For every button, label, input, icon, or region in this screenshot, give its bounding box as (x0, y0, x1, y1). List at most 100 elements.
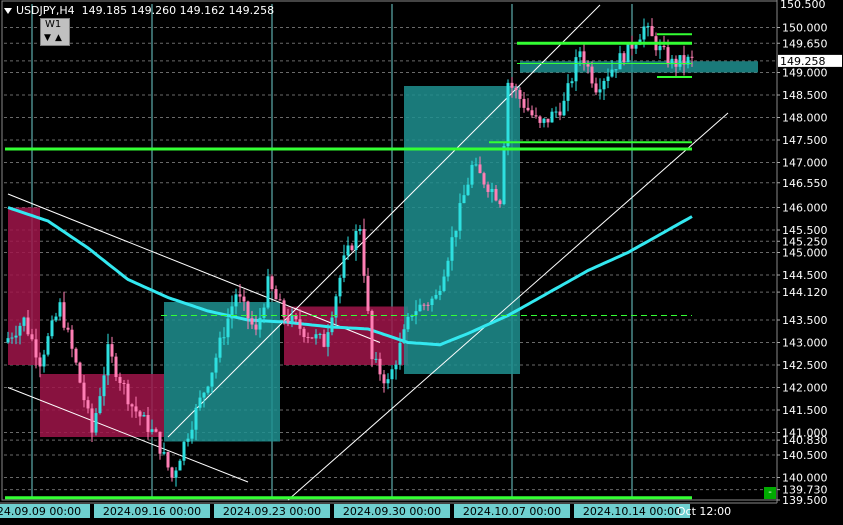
bull-candle (554, 111, 558, 113)
y-tick-label: 141.500 (782, 404, 828, 417)
y-tick-label: 143.500 (782, 314, 828, 327)
bull-candle (374, 358, 378, 360)
bear-candle (482, 173, 486, 185)
bull-candle (418, 304, 422, 312)
bull-candle (330, 317, 334, 333)
price-chart[interactable]: 150.500150.000149.650149.258149.000148.5… (0, 0, 843, 525)
bull-candle (258, 317, 262, 330)
bear-candle (86, 400, 90, 409)
bear-candle (34, 339, 38, 358)
bull-candle (6, 338, 10, 343)
bull-candle (178, 460, 182, 471)
bear-candle (514, 87, 518, 91)
bear-candle (166, 452, 170, 468)
bear-candle (26, 317, 30, 335)
bear-candle (286, 317, 290, 323)
bull-candle (570, 81, 574, 84)
bear-candle (510, 82, 514, 88)
bear-candle (382, 374, 386, 384)
bull-candle (14, 335, 18, 338)
bull-candle (446, 260, 450, 277)
bear-candle (674, 58, 678, 67)
bear-candle (370, 310, 374, 360)
bull-candle (658, 45, 662, 51)
bull-candle (142, 415, 146, 417)
bear-candle (366, 275, 370, 311)
bear-candle (498, 200, 502, 205)
bear-candle (170, 467, 174, 478)
bear-candle (138, 411, 142, 417)
bear-candle (426, 304, 430, 306)
y-tick-label: 140.000 (782, 472, 828, 485)
bear-candle (298, 319, 302, 329)
bull-candle (462, 195, 466, 204)
y-tick-label: 143.000 (782, 337, 828, 350)
bull-candle (598, 89, 602, 93)
bear-candle (66, 327, 70, 330)
bull-candle (42, 354, 46, 367)
collapse-triangle-icon[interactable] (4, 8, 12, 14)
chart-header: USDJPY,H4 149.185 149.260 149.162 149.25… (4, 4, 274, 17)
bull-candle (98, 396, 102, 414)
bull-candle (454, 230, 458, 238)
price-axis: 150.500150.000149.650149.258149.000148.5… (776, 0, 842, 507)
bear-candle (362, 229, 366, 276)
bull-candle (190, 429, 194, 439)
bear-candle (322, 333, 326, 347)
bull-candle (474, 164, 478, 166)
bear-candle (242, 296, 246, 302)
bear-candle (70, 329, 74, 349)
bull-candle (542, 118, 546, 123)
bull-candle (218, 337, 222, 358)
bear-candle (310, 337, 314, 339)
bull-candle (346, 245, 350, 256)
bull-candle (290, 315, 294, 323)
minimize-button[interactable]: - (764, 487, 776, 499)
y-tick-label: 148.500 (782, 89, 828, 102)
bull-candle (386, 379, 390, 384)
bear-zone (40, 374, 164, 437)
bull-candle (606, 76, 610, 81)
bear-candle (118, 376, 122, 383)
x-tick-label: 2024.10.07 00:00 (463, 505, 561, 518)
bull-candle (150, 429, 154, 432)
y-tick-label: 146.000 (782, 202, 828, 215)
y-tick-label: 147.000 (782, 157, 828, 170)
bear-candle (126, 383, 130, 405)
bull-candle (102, 375, 106, 397)
bear-candle (78, 362, 82, 383)
y-tick-label: 139.500 (782, 494, 828, 507)
bear-candle (590, 66, 594, 84)
arrow-up-icon[interactable]: ▲ (55, 33, 62, 43)
bull-candle (314, 334, 318, 339)
y-tick-label: 150.500 (780, 0, 826, 11)
y-tick-label: 145.000 (782, 247, 828, 260)
bull-candle (618, 53, 622, 70)
bull-candle (230, 306, 234, 319)
period-badge[interactable]: W1 ▼ ▲ (40, 18, 70, 46)
x-tick-label: 2024.10.14 00:00 (583, 505, 681, 518)
bull-candle (634, 44, 638, 49)
bull-candle (226, 318, 230, 338)
x-tick-label: Oct 12:00 (677, 505, 731, 518)
bear-candle (518, 90, 522, 99)
bull-candle (626, 42, 630, 63)
bear-candle (278, 299, 282, 301)
bear-candle (306, 337, 310, 339)
bull-candle (18, 325, 22, 336)
bear-candle (486, 184, 490, 192)
bull-candle (406, 316, 410, 330)
y-tick-label: 146.550 (782, 177, 828, 190)
bear-candle (38, 357, 42, 367)
bear-candle (526, 107, 530, 111)
bull-candle (182, 441, 186, 461)
bull-candle (434, 294, 438, 299)
bull-candle (198, 397, 202, 408)
bull-zone (520, 61, 758, 73)
symbol-label: USDJPY,H4 (16, 4, 75, 17)
bear-candle (282, 300, 286, 318)
bear-candle (114, 356, 118, 377)
bull-candle (438, 290, 442, 295)
arrow-down-icon[interactable]: ▼ (44, 33, 51, 43)
bear-candle (122, 382, 126, 384)
